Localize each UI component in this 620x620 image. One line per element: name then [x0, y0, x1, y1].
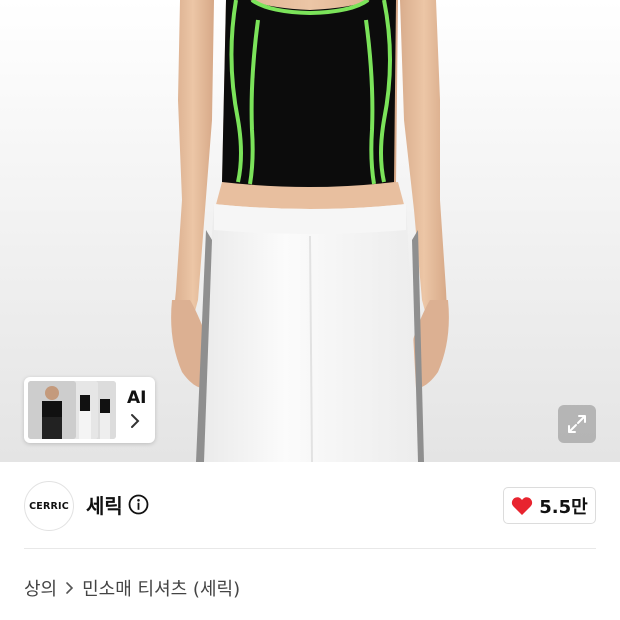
brand-logo[interactable]: CERRIC [24, 481, 74, 531]
breadcrumb: 상의 민소매 티셔츠 (세릭) [24, 575, 240, 601]
thumbnail-1 [28, 381, 76, 439]
chevron-right-icon [131, 414, 140, 428]
ai-lookbook-button[interactable]: AI [24, 377, 155, 443]
brand-row: CERRIC 세릭 5.5만 [0, 462, 620, 548]
brand-name[interactable]: 세릭 [86, 490, 123, 519]
ai-badge-label: AI [127, 388, 147, 408]
chevron-right-icon [65, 581, 74, 595]
breadcrumb-category[interactable]: 상의 [24, 575, 57, 601]
divider [24, 548, 596, 549]
breadcrumb-subcategory[interactable]: 민소매 티셔츠 (세릭) [82, 575, 240, 601]
info-icon[interactable] [128, 494, 149, 515]
like-button[interactable]: 5.5만 [503, 487, 596, 524]
brand-logo-text: CERRIC [29, 500, 69, 512]
expand-image-button[interactable] [558, 405, 596, 443]
product-image[interactable]: AI [0, 0, 620, 462]
heart-icon [512, 496, 533, 515]
like-count: 5.5만 [539, 496, 588, 518]
expand-icon [568, 415, 586, 433]
